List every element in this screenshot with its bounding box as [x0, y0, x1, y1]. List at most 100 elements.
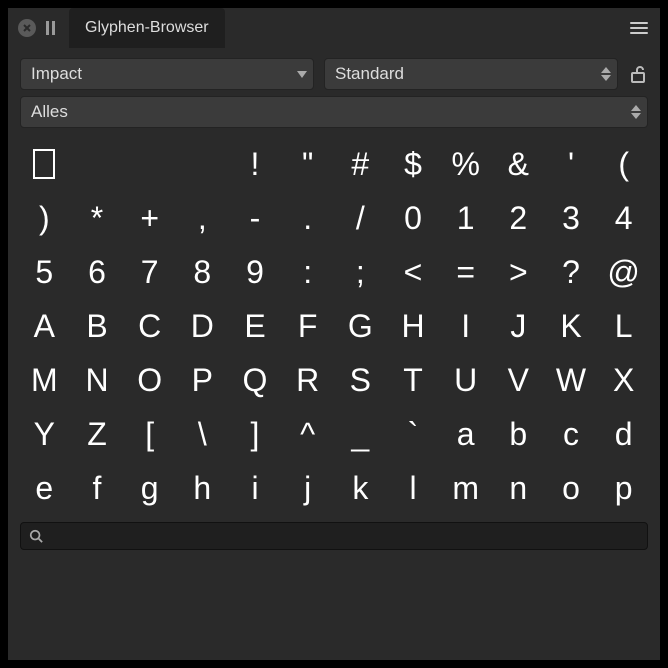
- glyph-cell[interactable]: E: [229, 302, 282, 350]
- tab-glyph-browser[interactable]: Glyphen-Browser: [69, 8, 225, 48]
- glyph-cell[interactable]: -: [229, 194, 282, 242]
- glyph-cell[interactable]: N: [71, 356, 124, 404]
- glyph-cell[interactable]: 8: [176, 248, 229, 296]
- glyph-cell[interactable]: 6: [71, 248, 124, 296]
- glyph-cell[interactable]: F: [281, 302, 334, 350]
- glyph-cell[interactable]: n: [492, 464, 545, 512]
- glyph-cell[interactable]: ': [545, 140, 598, 188]
- glyph-cell[interactable]: j: [281, 464, 334, 512]
- lock-icon[interactable]: [628, 58, 648, 90]
- glyph-cell[interactable]: T: [387, 356, 440, 404]
- glyph-cell[interactable]: /: [334, 194, 387, 242]
- glyph-cell[interactable]: P: [176, 356, 229, 404]
- glyph-cell[interactable]: :: [281, 248, 334, 296]
- glyph-cell[interactable]: <: [387, 248, 440, 296]
- glyph-cell[interactable]: ]: [229, 410, 282, 458]
- glyph-cell[interactable]: ): [18, 194, 71, 242]
- glyph-cell[interactable]: Z: [71, 410, 124, 458]
- glyph-cell[interactable]: A: [18, 302, 71, 350]
- glyph-cell[interactable]: [18, 140, 71, 188]
- glyph-cell[interactable]: g: [123, 464, 176, 512]
- glyph-cell[interactable]: 3: [545, 194, 598, 242]
- placeholder-glyph-icon: [33, 149, 55, 179]
- glyph-cell[interactable]: O: [123, 356, 176, 404]
- glyph-cell[interactable]: (: [597, 140, 650, 188]
- glyph-cell[interactable]: L: [597, 302, 650, 350]
- glyph-cell[interactable]: 2: [492, 194, 545, 242]
- glyph-cell[interactable]: J: [492, 302, 545, 350]
- glyph-cell[interactable]: ^: [281, 410, 334, 458]
- glyph-cell[interactable]: 4: [597, 194, 650, 242]
- glyph-cell[interactable]: %: [439, 140, 492, 188]
- filter-dropdown-value: Alles: [31, 102, 68, 122]
- glyph-cell[interactable]: ?: [545, 248, 598, 296]
- search-input[interactable]: [49, 528, 639, 544]
- glyph-cell[interactable]: 5: [18, 248, 71, 296]
- glyph-cell[interactable]: .: [281, 194, 334, 242]
- glyph-cell[interactable]: e: [18, 464, 71, 512]
- glyph-cell[interactable]: d: [597, 410, 650, 458]
- glyph-cell[interactable]: k: [334, 464, 387, 512]
- glyph-cell[interactable]: c: [545, 410, 598, 458]
- glyph-cell[interactable]: =: [439, 248, 492, 296]
- glyph-cell[interactable]: _: [334, 410, 387, 458]
- glyph-cell[interactable]: 0: [387, 194, 440, 242]
- glyph-cell[interactable]: &: [492, 140, 545, 188]
- glyph-cell[interactable]: Y: [18, 410, 71, 458]
- glyph-cell[interactable]: *: [71, 194, 124, 242]
- glyph-cell[interactable]: ;: [334, 248, 387, 296]
- glyph-cell[interactable]: [: [123, 410, 176, 458]
- glyph-cell[interactable]: >: [492, 248, 545, 296]
- glyph-cell[interactable]: G: [334, 302, 387, 350]
- tab-label: Glyphen-Browser: [85, 19, 209, 37]
- glyph-cell[interactable]: l: [387, 464, 440, 512]
- glyph-cell[interactable]: K: [545, 302, 598, 350]
- glyph-cell[interactable]: ": [281, 140, 334, 188]
- glyph-cell[interactable]: [71, 140, 124, 188]
- glyph-cell[interactable]: 9: [229, 248, 282, 296]
- search-field[interactable]: [20, 522, 648, 550]
- stepper-icon: [601, 67, 611, 81]
- glyph-cell[interactable]: [176, 140, 229, 188]
- glyph-cell[interactable]: [123, 140, 176, 188]
- glyph-cell[interactable]: m: [439, 464, 492, 512]
- glyph-cell[interactable]: +: [123, 194, 176, 242]
- glyph-cell[interactable]: Q: [229, 356, 282, 404]
- glyph-cell[interactable]: I: [439, 302, 492, 350]
- glyph-cell[interactable]: 1: [439, 194, 492, 242]
- glyph-cell[interactable]: p: [597, 464, 650, 512]
- glyph-cell[interactable]: i: [229, 464, 282, 512]
- glyph-cell[interactable]: B: [71, 302, 124, 350]
- glyph-cell[interactable]: R: [281, 356, 334, 404]
- glyph-cell[interactable]: 7: [123, 248, 176, 296]
- close-icon[interactable]: [18, 19, 36, 37]
- glyph-cell[interactable]: ,: [176, 194, 229, 242]
- glyph-cell[interactable]: W: [545, 356, 598, 404]
- glyph-cell[interactable]: a: [439, 410, 492, 458]
- glyph-cell[interactable]: S: [334, 356, 387, 404]
- glyph-cell[interactable]: h: [176, 464, 229, 512]
- titlebar-left: [8, 8, 65, 48]
- glyph-cell[interactable]: f: [71, 464, 124, 512]
- filter-dropdown[interactable]: Alles: [20, 96, 648, 128]
- glyph-cell[interactable]: b: [492, 410, 545, 458]
- glyph-cell[interactable]: M: [18, 356, 71, 404]
- font-dropdown[interactable]: Impact: [20, 58, 314, 90]
- glyph-cell[interactable]: o: [545, 464, 598, 512]
- glyph-cell[interactable]: !: [229, 140, 282, 188]
- glyph-cell[interactable]: #: [334, 140, 387, 188]
- dock-icon[interactable]: [46, 21, 55, 35]
- style-dropdown[interactable]: Standard: [324, 58, 618, 90]
- glyph-cell[interactable]: D: [176, 302, 229, 350]
- glyph-cell[interactable]: $: [387, 140, 440, 188]
- menu-icon[interactable]: [618, 8, 660, 48]
- glyph-cell[interactable]: X: [597, 356, 650, 404]
- glyph-cell[interactable]: @: [597, 248, 650, 296]
- glyph-cell[interactable]: H: [387, 302, 440, 350]
- glyph-cell[interactable]: `: [387, 410, 440, 458]
- glyph-cell[interactable]: V: [492, 356, 545, 404]
- glyph-cell[interactable]: \: [176, 410, 229, 458]
- glyph-cell[interactable]: U: [439, 356, 492, 404]
- glyph-cell[interactable]: C: [123, 302, 176, 350]
- titlebar: Glyphen-Browser: [8, 8, 660, 48]
